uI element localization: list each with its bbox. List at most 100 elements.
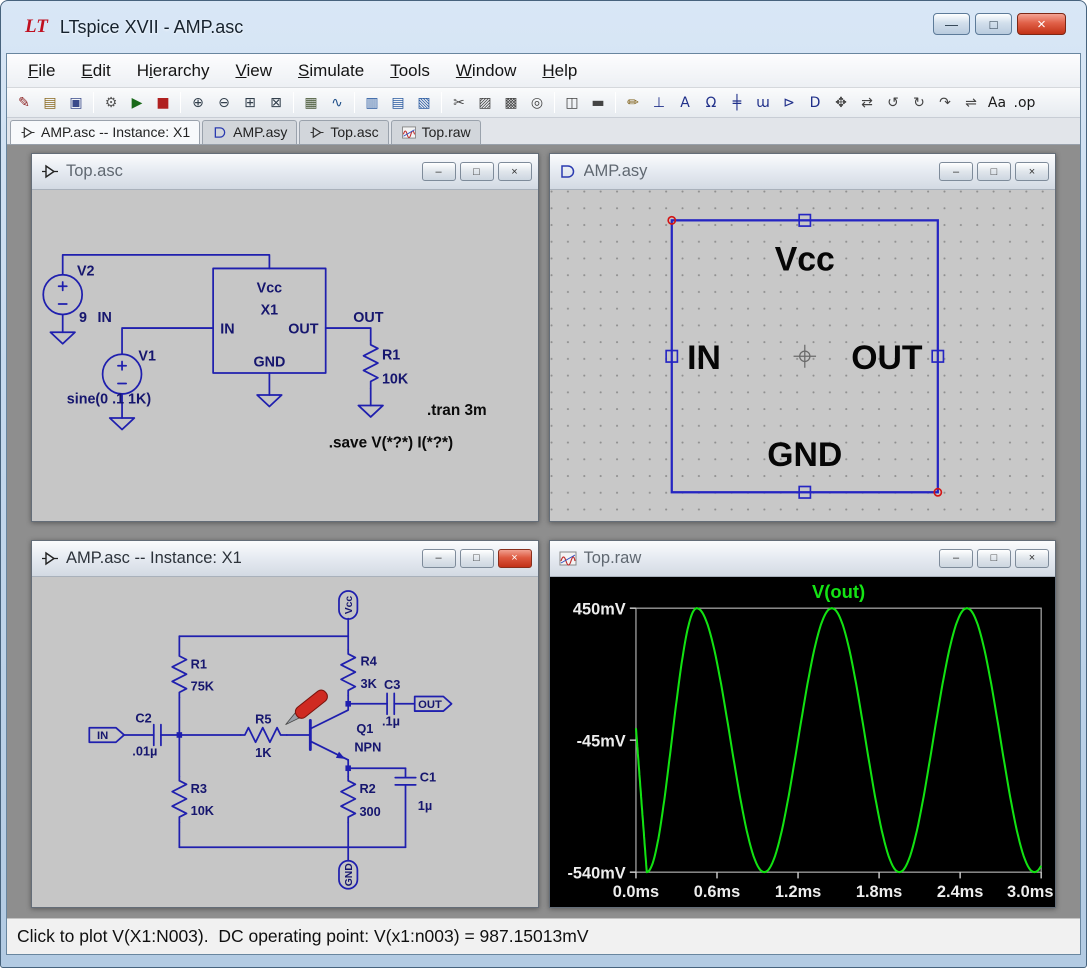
amp-asy-symbol-editor[interactable]: Vcc IN OUT GND (550, 190, 1056, 521)
label-net-button[interactable]: A (673, 90, 698, 115)
tile-vertical-button[interactable]: ▤ (386, 90, 411, 115)
capacitor-c1[interactable] (395, 777, 415, 784)
control-panel-button[interactable]: ⚙ (99, 90, 124, 115)
waveform-plot[interactable]: V(out) 450mV-45mV-540mV0.0ms0.6ms1.2ms1.… (550, 577, 1056, 908)
r2-name-label[interactable]: R2 (359, 781, 375, 796)
child-titlebar[interactable]: Top.asc – □ × (32, 154, 538, 190)
vcc-flag-label[interactable]: Vcc (344, 595, 355, 614)
r3-name-label[interactable]: R3 (191, 781, 207, 796)
voltage-source-v1[interactable] (103, 354, 142, 394)
halt-button[interactable]: ■ (151, 90, 176, 115)
top-asc-schematic[interactable]: V2 9 V1 sine(0 .1 1K) IN OUT Vcc X1 IN O… (32, 190, 538, 521)
maximize-button[interactable]: □ (977, 162, 1011, 181)
capacitor-button[interactable]: ╪ (725, 90, 750, 115)
menu-hierarchy[interactable]: Hierarchy (124, 56, 223, 86)
y-axis-label[interactable]: 450mV (572, 600, 625, 618)
rotate-button[interactable]: ↷ (933, 90, 958, 115)
c3-value-label[interactable]: .1µ (382, 713, 400, 728)
c3-name-label[interactable]: C3 (384, 677, 400, 692)
net-label-in[interactable]: IN (97, 310, 111, 326)
print-button[interactable]: ▬ (586, 90, 611, 115)
resistor-r2[interactable] (341, 776, 355, 822)
diode-button[interactable]: ⊳ (777, 90, 802, 115)
zoom-extents-button[interactable]: ⊠ (264, 90, 289, 115)
c2-name-label[interactable]: C2 (135, 710, 151, 725)
tab-top-asc[interactable]: Top.asc (299, 120, 388, 144)
minimize-button[interactable]: — (933, 13, 970, 35)
r5-value-label[interactable]: 1K (255, 744, 272, 759)
close-button[interactable]: × (1017, 13, 1066, 35)
waveform-canvas[interactable]: V(out) 450mV-45mV-540mV0.0ms0.6ms1.2ms1.… (550, 577, 1056, 908)
schematic-canvas[interactable]: V2 9 V1 sine(0 .1 1K) IN OUT Vcc X1 IN O… (32, 190, 538, 521)
pin-label-in[interactable]: IN (687, 339, 721, 377)
r1-value-label[interactable]: 10K (382, 371, 409, 387)
resistor-r3[interactable] (172, 776, 186, 822)
tile-horizontal-button[interactable]: ▥ (360, 90, 385, 115)
q1-value-label[interactable]: NPN (354, 739, 381, 754)
x-axis-label[interactable]: 0.0ms (612, 882, 658, 900)
window-titlebar[interactable]: LT LTspice XVII - AMP.asc (1, 1, 1086, 53)
port-in-label[interactable]: IN (97, 730, 108, 742)
menu-window[interactable]: Window (443, 56, 529, 86)
find-button[interactable]: ◎ (525, 90, 550, 115)
undo-button[interactable]: ↺ (881, 90, 906, 115)
r1-name-label[interactable]: R1 (191, 656, 207, 671)
drag-button[interactable]: ⇄ (855, 90, 880, 115)
tran-directive[interactable]: .tran 3m (427, 402, 487, 419)
y-axis-label[interactable]: -45mV (576, 732, 625, 750)
c1-value-label[interactable]: 1µ (418, 797, 432, 812)
c1-name-label[interactable]: C1 (420, 769, 436, 784)
r1-value-label[interactable]: 75K (191, 678, 215, 693)
save-directive[interactable]: .save V(*?*) I(*?*) (329, 434, 453, 451)
grid-button[interactable]: ▦ (299, 90, 324, 115)
v1-value-label[interactable]: sine(0 .1 1K) (67, 391, 151, 407)
q1-name-label[interactable]: Q1 (356, 720, 373, 735)
x-axis-label[interactable]: 3.0ms (1007, 882, 1053, 900)
open-button[interactable]: ▤ (38, 90, 63, 115)
save-button[interactable]: ▣ (64, 90, 89, 115)
mirror-button[interactable]: ⇌ (959, 90, 984, 115)
child-titlebar[interactable]: AMP.asc -- Instance: X1 – □ × (32, 541, 538, 577)
run-button[interactable]: ▶ (125, 90, 150, 115)
menu-edit[interactable]: Edit (68, 56, 123, 86)
menu-tools[interactable]: Tools (377, 56, 443, 86)
pin-label-vcc[interactable]: Vcc (774, 240, 834, 278)
r3-value-label[interactable]: 10K (191, 802, 215, 817)
maximize-button[interactable]: □ (975, 13, 1012, 35)
maximize-button[interactable]: □ (460, 549, 494, 568)
zoom-area-button[interactable]: ⊞ (238, 90, 263, 115)
redo-button[interactable]: ↻ (907, 90, 932, 115)
v2-value-label[interactable]: 9 (79, 310, 87, 326)
resistor-r1[interactable] (364, 341, 378, 389)
wire-button[interactable]: ✏ (621, 90, 646, 115)
tab-amp-asc-instance-x1[interactable]: AMP.asc -- Instance: X1 (10, 120, 200, 144)
x-axis-label[interactable]: 0.6ms (693, 882, 739, 900)
minimize-button[interactable]: – (422, 549, 456, 568)
inductor-button[interactable]: ɯ (751, 90, 776, 115)
ground-symbols[interactable] (50, 332, 383, 429)
maximize-button[interactable]: □ (977, 549, 1011, 568)
r4-value-label[interactable]: 3K (360, 676, 377, 691)
print-preview-button[interactable]: ◫ (560, 90, 585, 115)
zoom-back-button[interactable]: ⊖ (212, 90, 237, 115)
capacitor-c3[interactable] (387, 693, 394, 714)
r4-name-label[interactable]: R4 (360, 653, 377, 668)
minimize-button[interactable]: – (939, 162, 973, 181)
move-button[interactable]: ✥ (829, 90, 854, 115)
close-button[interactable]: × (1015, 162, 1049, 181)
spice-directive-button[interactable]: .op (1011, 90, 1039, 115)
gnd-flag-label[interactable]: GND (344, 863, 355, 886)
close-button[interactable]: × (1015, 549, 1049, 568)
maximize-button[interactable]: □ (460, 162, 494, 181)
close-button[interactable]: × (498, 549, 532, 568)
resistor-button[interactable]: Ω (699, 90, 724, 115)
menu-file[interactable]: File (15, 56, 68, 86)
net-label-out[interactable]: OUT (353, 310, 383, 326)
x-axis-label[interactable]: 2.4ms (936, 882, 982, 900)
plot-settings-button[interactable]: ∿ (325, 90, 350, 115)
transistor-q1[interactable] (310, 703, 348, 759)
symbol-canvas[interactable]: Vcc IN OUT GND (550, 190, 1056, 521)
component-button[interactable]: D (803, 90, 828, 115)
new-schematic-button[interactable]: ✎ (12, 90, 37, 115)
tab-amp-asy[interactable]: AMP.asy (202, 120, 297, 144)
